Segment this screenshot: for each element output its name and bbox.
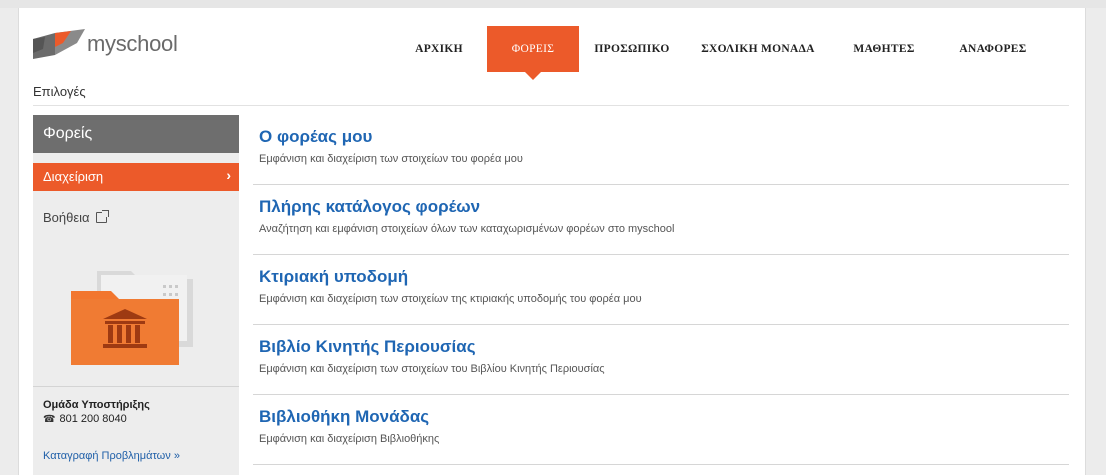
entry-description: Εμφάνιση και διαχείριση των στοιχείων το… [259, 363, 605, 375]
sidebar: Φορείς Διαχείριση › Βοήθεια Ομάδα Υποστή… [33, 115, 239, 475]
top-strip [0, 0, 1106, 8]
entry-description: Εμφάνιση και διαχείριση Βιβλιοθήκης [259, 433, 440, 445]
entry-title-my-organization[interactable]: Ο φορέας μου [259, 127, 1069, 147]
logo-icon [33, 29, 85, 59]
main-nav: ΑΡΧΙΚΗ ΦΟΡΕΙΣ ΠΡΟΣΩΠΙΚΟ ΣΧΟΛΙΚΗ ΜΟΝΑΔΑ Μ… [391, 26, 1049, 80]
report-problems-link[interactable]: Καταγραφή Προβλημάτων » [43, 450, 180, 462]
logo-text: myschool [87, 31, 178, 57]
nav-item-school-unit[interactable]: ΣΧΟΛΙΚΗ ΜΟΝΑΔΑ [685, 26, 831, 72]
sidebar-item-manage[interactable]: Διαχείριση › [33, 163, 239, 191]
support-phone-number: 801 200 8040 [59, 413, 127, 425]
entry-description: Εμφάνιση και διαχείριση των στοιχείων τη… [259, 293, 642, 305]
entry-title-movable-property[interactable]: Βιβλίο Κινητής Περιουσίας [259, 337, 1069, 357]
support-title: Ομάδα Υποστήριξης [43, 399, 150, 411]
support-phone: ☎ 801 200 8040 [43, 413, 127, 425]
sidebar-item-help[interactable]: Βοήθεια [33, 205, 239, 229]
external-link-icon [95, 209, 109, 223]
nav-item-students[interactable]: ΜΑΘΗΤΕΣ [831, 26, 937, 72]
phone-icon: ☎ [43, 413, 56, 425]
list-item: Ο φορέας μου Εμφάνιση και διαχείριση των… [253, 115, 1069, 185]
chevron-right-icon: › [226, 167, 231, 183]
nav-item-foreis[interactable]: ΦΟΡΕΙΣ [487, 26, 579, 80]
header: myschool ΑΡΧΙΚΗ ΦΟΡΕΙΣ ΠΡΟΣΩΠΙΚΟ ΣΧΟΛΙΚΗ… [19, 8, 1087, 80]
entry-title-library[interactable]: Βιβλιοθήκη Μονάδας [259, 407, 1069, 427]
sidebar-help-label: Βοήθεια [43, 209, 90, 225]
list-item: Πλήρης κατάλογος φορέων Αναζήτηση και εμ… [253, 185, 1069, 255]
entry-title-full-catalog[interactable]: Πλήρης κατάλογος φορέων [259, 197, 1069, 217]
list-item: Κτιριακή υποδομή Εμφάνιση και διαχείριση… [253, 255, 1069, 325]
sidebar-title: Φορείς [33, 115, 239, 153]
logo-text-suffix: school [115, 31, 178, 56]
options-label: Επιλογές [33, 84, 1069, 106]
myschool-logo[interactable]: myschool [33, 29, 178, 59]
nav-item-prosopiko[interactable]: ΠΡΟΣΩΠΙΚΟ [579, 26, 685, 72]
nav-item-home[interactable]: ΑΡΧΙΚΗ [391, 26, 487, 72]
logo-text-prefix: my [87, 31, 116, 56]
main-content: Ο φορέας μου Εμφάνιση και διαχείριση των… [253, 115, 1069, 465]
sidebar-divider [33, 386, 239, 387]
entry-description: Εμφάνιση και διαχείριση των στοιχείων το… [259, 153, 523, 165]
list-item: Βιβλίο Κινητής Περιουσίας Εμφάνιση και δ… [253, 325, 1069, 395]
sidebar-item-label: Διαχείριση [43, 169, 104, 184]
folder-institution-icon [67, 261, 201, 367]
entry-description: Αναζήτηση και εμφάνιση στοιχείων όλων τω… [259, 223, 675, 235]
list-item: Βιβλιοθήκη Μονάδας Εμφάνιση και διαχείρι… [253, 395, 1069, 465]
entry-title-building-infrastructure[interactable]: Κτιριακή υποδομή [259, 267, 1069, 287]
nav-item-reports[interactable]: ΑΝΑΦΟΡΕΣ [937, 26, 1049, 72]
page-frame: myschool ΑΡΧΙΚΗ ΦΟΡΕΙΣ ΠΡΟΣΩΠΙΚΟ ΣΧΟΛΙΚΗ… [18, 8, 1086, 475]
